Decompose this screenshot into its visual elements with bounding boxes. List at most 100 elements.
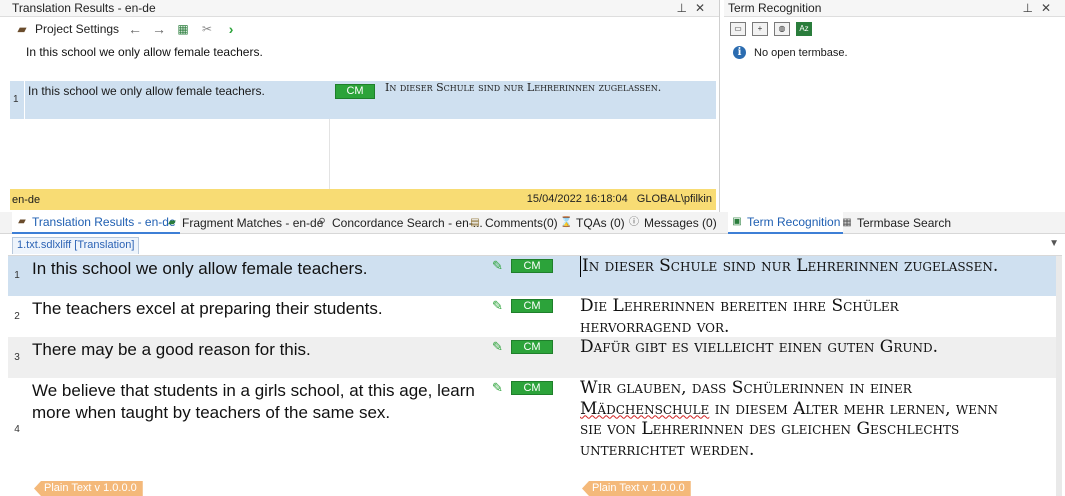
segment-target[interactable]: Wir glauben, dass Schülerinnen in einer … — [580, 378, 1005, 460]
add-term-icon[interactable]: + — [752, 22, 768, 36]
segment-target[interactable]: Die Lehrerinnen bereiten ihre Schüler he… — [580, 296, 1005, 337]
context-match-badge: CM — [511, 340, 553, 354]
pencil-icon: ✎ — [492, 298, 503, 313]
close-icon[interactable]: ✕ — [695, 1, 713, 15]
segment-row[interactable]: 1 In this school we only allow female te… — [8, 256, 1062, 296]
language-pair: en-de — [12, 193, 41, 206]
translation-match-row[interactable]: 1 In this school we only allow female te… — [10, 81, 716, 119]
segment-number: 2 — [14, 311, 20, 322]
document-tab-row: 1.txt.sdlxliff [Translation] ▼ — [0, 235, 1065, 255]
panel-controls: ⊥✕ — [1022, 1, 1059, 15]
pin-icon[interactable]: ⊥ — [1022, 1, 1040, 15]
column-divider — [329, 119, 330, 189]
document-tab[interactable]: 1.txt.sdlxliff [Translation] — [12, 237, 140, 254]
tab-comments[interactable]: ▤ Comments(0) — [469, 212, 558, 234]
messages-icon: ⓘ — [629, 217, 639, 228]
segment-number: 1 — [14, 270, 20, 281]
segment-source: We believe that students in a girls scho… — [32, 381, 475, 422]
translation-editor-grid: 1 In this school we only allow female te… — [8, 255, 1062, 496]
tab-label: Termbase Search — [857, 216, 952, 230]
context-match-badge: CM — [511, 259, 553, 273]
termbase-message: i No open termbase. — [733, 46, 848, 59]
match-target-cell: CM In dieser Schule sind nur Lehrerinnen… — [331, 81, 716, 119]
panel-controls: ⊥✕ — [676, 1, 713, 15]
arrow-right-icon[interactable]: → — [151, 21, 167, 37]
term-recognition-title: Term Recognition — [728, 1, 822, 15]
segment-target[interactable]: In dieser Schule sind nur Lehrerinnen zu… — [580, 256, 1005, 277]
tab-label: Comments(0) — [485, 216, 558, 230]
match-source-text: In this school we only allow female teac… — [25, 81, 338, 119]
tab-label: Concordance Search - en-... — [332, 216, 483, 230]
segment-target[interactable]: Dafür gibt es vielleicht einen guten Gru… — [580, 337, 1005, 358]
pencil-icon: ✎ — [492, 380, 503, 395]
tab-label: Fragment Matches - en-de — [182, 216, 324, 230]
tab-messages[interactable]: ⓘ Messages (0) — [628, 212, 717, 234]
tab-label: Term Recognition — [747, 215, 841, 229]
target-text: Wir glauben, dass Schülerinnen in einer — [580, 378, 912, 398]
tab-term-recognition[interactable]: ▣ Term Recognition — [728, 212, 844, 234]
match-timestamp: 15/04/2022 16:18:04 — [526, 193, 628, 205]
translation-results-icon: ▰ — [18, 216, 26, 227]
match-info: 15/04/2022 16:18:04 GLOBAL\pfilkin — [527, 193, 712, 205]
termbase-search-icon: ▦ — [842, 217, 852, 228]
translation-results-toolbar: ▰ Project Settings ← → ▦ ✂ › — [0, 17, 719, 41]
arrow-left-icon[interactable]: ← — [127, 21, 143, 37]
context-match-badge: CM — [511, 299, 553, 313]
segment-row[interactable]: 4 We believe that students in a girls sc… — [8, 378, 1062, 496]
segment-source: The teachers excel at preparing their st… — [32, 299, 383, 318]
comments-icon: ▤ — [470, 217, 480, 228]
tools-icon[interactable]: ✂ — [199, 21, 215, 37]
term-recognition-toolbar: ▭ + ◍ Az — [724, 17, 1065, 41]
pencil-icon: ✎ — [492, 339, 503, 354]
tab-label: Translation Results - en-de — [32, 215, 176, 229]
translation-results-titlebar: Translation Results - en-de ⊥✕ — [0, 0, 719, 17]
plain-text-tag: Plain Text v 1.0.0.0 — [582, 481, 691, 496]
segment-row[interactable]: 3 There may be a good reason for this. ✎… — [8, 337, 1062, 378]
chevron-down-icon[interactable]: ▼ — [1049, 238, 1059, 249]
tqa-icon: ⌛ — [560, 217, 573, 228]
context-match-badge: CM — [511, 381, 553, 395]
match-target-text: In dieser Schule sind nur Lehrerinnen zu… — [385, 81, 662, 94]
cat-tool-window: Translation Results - en-de ⊥✕ ▰ Project… — [0, 0, 1065, 496]
pencil-icon: ✎ — [492, 258, 503, 273]
panel-tab-strip: ▰ Translation Results - en-de ▰ Fragment… — [0, 212, 1065, 234]
chevron-right-icon[interactable]: › — [223, 21, 239, 37]
tab-fragment-matches[interactable]: ▰ Fragment Matches - en-de — [166, 212, 323, 234]
close-icon[interactable]: ✕ — [1041, 1, 1059, 15]
translation-results-panel: Translation Results - en-de ⊥✕ ▰ Project… — [0, 0, 720, 212]
apply-translation-icon[interactable]: ▦ — [175, 21, 191, 37]
segment-source: In this school we only allow female teac… — [32, 259, 368, 278]
match-number: 1 — [10, 81, 24, 119]
tab-label: TQAs (0) — [576, 216, 625, 230]
segment-number: 3 — [14, 352, 20, 363]
match-user: GLOBAL\pfilkin — [636, 193, 712, 205]
pin-icon[interactable]: ⊥ — [676, 1, 694, 15]
project-settings-label: Project Settings — [35, 22, 120, 36]
term-recognition-icon: ▣ — [732, 216, 742, 227]
current-source-sentence: In this school we only allow female teac… — [26, 45, 263, 59]
vertical-scrollbar[interactable] — [1056, 256, 1062, 496]
spelling-error[interactable]: Mädchenschule — [580, 399, 709, 419]
context-match-badge: CM — [335, 84, 375, 99]
translation-results-title: Translation Results - en-de — [12, 1, 156, 15]
tab-label: Messages (0) — [644, 216, 717, 230]
tab-tqas[interactable]: ⌛ TQAs (0) — [560, 212, 625, 234]
segment-row[interactable]: 2 The teachers excel at preparing their … — [8, 296, 1062, 337]
segment-source: There may be a good reason for this. — [32, 340, 311, 359]
term-recognition-titlebar: Term Recognition ⊥✕ — [724, 0, 1065, 17]
termbase-message-text: No open termbase. — [754, 46, 848, 59]
settings-icon: ▰ — [17, 22, 27, 36]
tab-translation-results[interactable]: ▰ Translation Results - en-de — [12, 212, 180, 234]
tab-termbase-search[interactable]: ▦ Termbase Search — [841, 212, 951, 234]
match-status-bar: en-de 15/04/2022 16:18:04 GLOBAL\pfilkin — [10, 189, 716, 210]
fragment-matches-icon: ▰ — [168, 217, 176, 228]
tab-concordance-search[interactable]: ⚲ Concordance Search - en-... — [316, 212, 483, 234]
project-settings-button[interactable]: ▰ Project Settings — [14, 21, 119, 37]
concordance-search-icon: ⚲ — [318, 217, 326, 228]
segment-number: 4 — [14, 424, 20, 435]
term-recognition-panel: Term Recognition ⊥✕ ▭ + ◍ Az i No open t… — [724, 0, 1065, 212]
termbase-settings-icon[interactable]: ◍ — [774, 22, 790, 36]
termbase-view-icon[interactable]: ▭ — [730, 22, 746, 36]
sort-az-icon[interactable]: Az — [796, 22, 812, 36]
info-icon: i — [733, 46, 746, 59]
